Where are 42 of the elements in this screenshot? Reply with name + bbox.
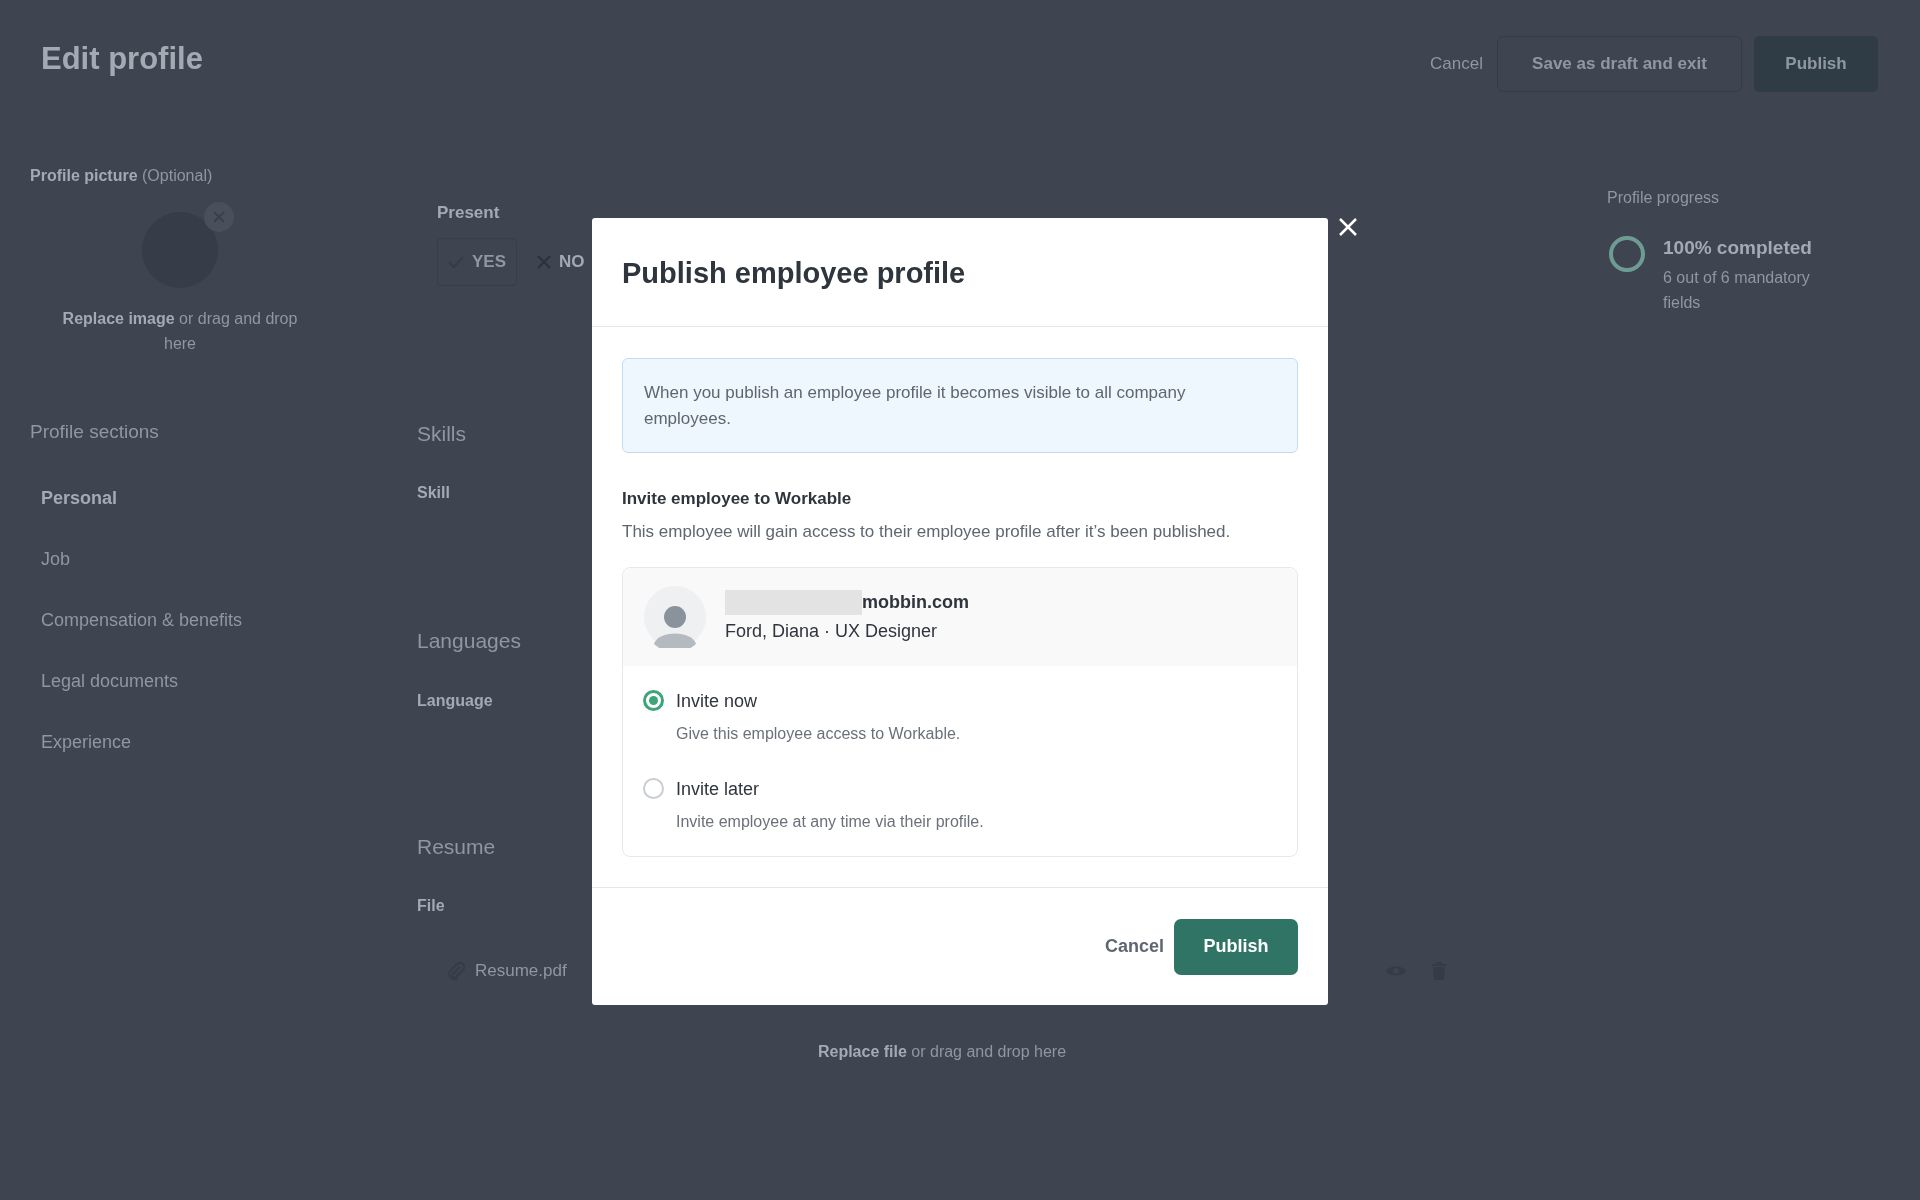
publish-button[interactable]: Publish (1754, 36, 1878, 92)
close-icon (1338, 217, 1358, 237)
upload-prompt: Replace image or drag and drop here (61, 309, 299, 354)
cancel-button[interactable]: Cancel (1104, 933, 1164, 960)
sidebar-item[interactable]: Job (41, 545, 387, 573)
option-label[interactable]: Invite later (676, 775, 984, 803)
section-heading: Invite employee to Workable (622, 487, 853, 510)
cancel-link[interactable]: Cancel (1428, 51, 1485, 77)
field-label: Present (437, 202, 501, 224)
radio-button[interactable] (643, 689, 664, 711)
avatar-icon (644, 585, 706, 648)
progress-label: Profile progress (1607, 188, 1721, 208)
sidebar-heading: Profile sections (30, 420, 160, 444)
section-title: Resume (417, 833, 496, 860)
page-title: Edit profile (41, 40, 203, 78)
info-message: When you publish an employee profile it becomes visible to all company employees. (622, 357, 1298, 453)
sidebar-item[interactable]: Legal documents (41, 667, 387, 695)
section-title: Skills (417, 420, 466, 447)
sidebar-item[interactable]: Compensation & benefits (41, 606, 387, 634)
field-label: Skill (417, 483, 450, 503)
option-description: Invite employee at any time via their profile. (676, 811, 984, 832)
dialog-title: Publish employee profile (622, 256, 967, 291)
employee-name: Ford, Diana · UX Designer (725, 619, 939, 643)
section-description: This employee will gain access to their employee profile after it’s been published. (622, 521, 1232, 543)
option-label[interactable]: Invite now (676, 687, 961, 715)
save-draft-button[interactable]: Save as draft and exit (1497, 36, 1742, 92)
publish-button[interactable]: Publish (1174, 918, 1298, 975)
radio-button[interactable] (643, 777, 664, 799)
field-label: File (417, 896, 445, 916)
upload-prompt: Replace file or drag and drop here (816, 1041, 1068, 1062)
present-option[interactable]: NO (527, 237, 595, 286)
section-title: Languages (417, 628, 521, 654)
file-name[interactable]: Resume.pdf (475, 958, 567, 984)
field-label: Language (417, 690, 493, 711)
profile-picture-label: Profile picture (Optional) (30, 166, 214, 186)
progress-detail: 6 out of 6 mandatory fields (1663, 267, 1811, 313)
sidebar-item[interactable]: Personal (41, 484, 387, 512)
present-option[interactable]: YES (437, 237, 518, 286)
option-description: Give this employee access to Workable. (676, 723, 961, 744)
employee-email: mobbin.com (862, 590, 969, 614)
progress-status: 100% completed (1663, 236, 1813, 260)
sidebar-item[interactable]: Experience (41, 728, 387, 756)
